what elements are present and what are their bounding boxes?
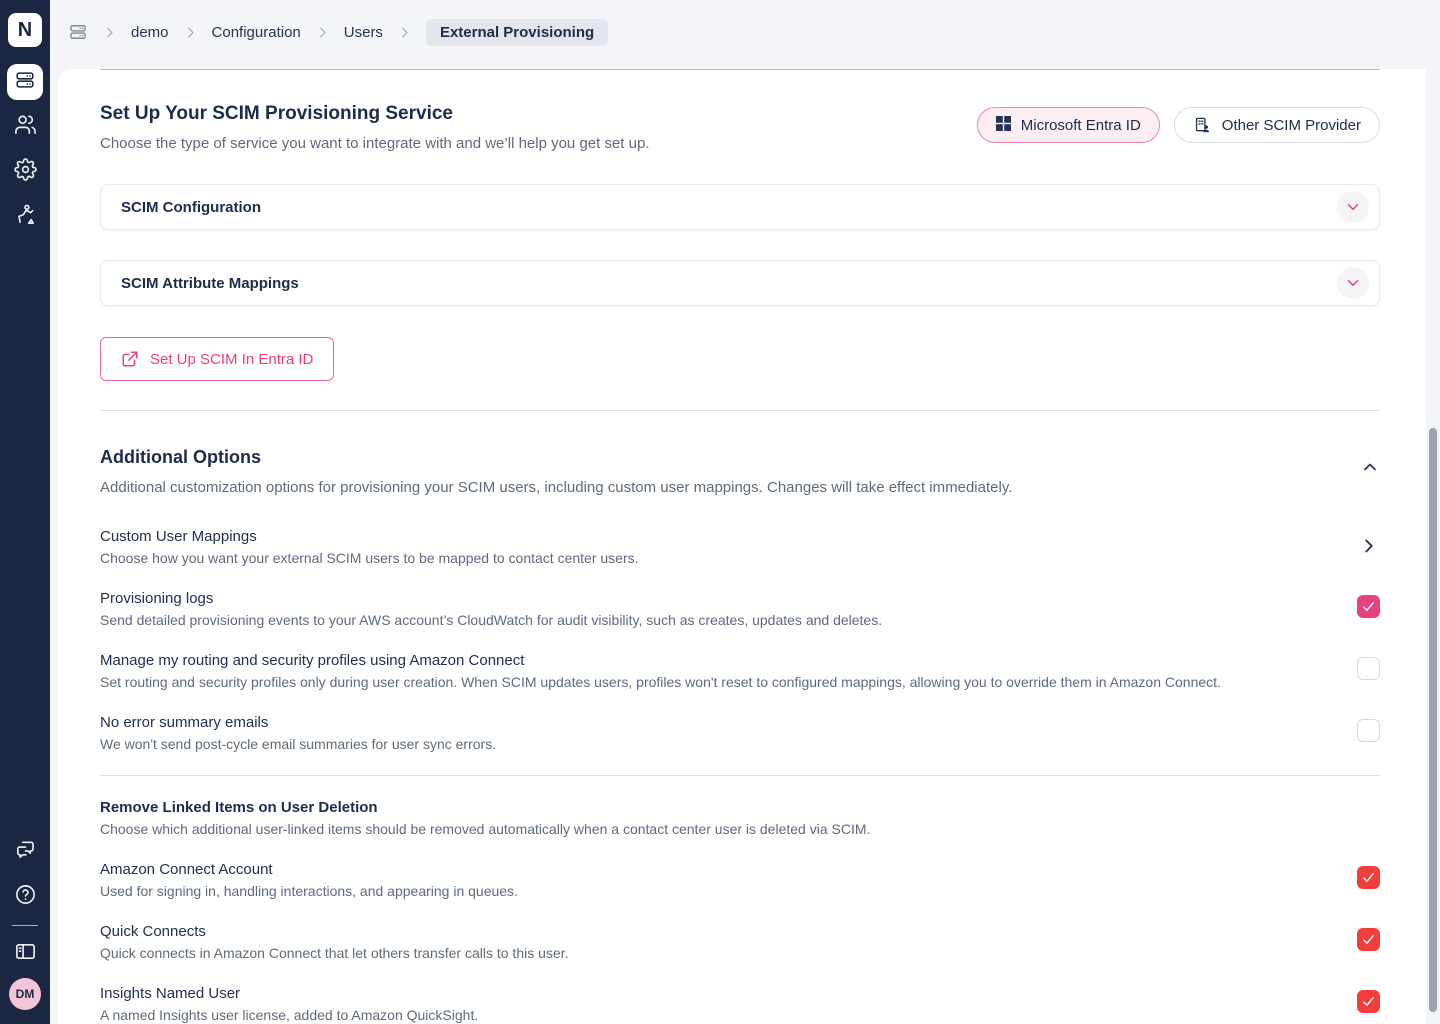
option-row-quick-connects: Quick Connects Quick connects in Amazon … [100,922,1380,963]
breadcrumb: demo Configuration Users External Provis… [50,0,1426,64]
option-title: Quick Connects [100,922,568,942]
option-description: We won't send post-cycle email summaries… [100,735,496,754]
page-subtitle: Choose the type of service you want to i… [100,134,650,154]
insights-named-user-checkbox[interactable] [1357,990,1380,1013]
option-description: Set routing and security profiles only d… [100,673,1221,692]
quick-connects-checkbox[interactable] [1357,928,1380,951]
option-row-insights-named-user: Insights Named User A named Insights use… [100,984,1380,1024]
remove-linked-subtitle: Choose which additional user-linked item… [100,820,1380,839]
setup-button-label: Set Up SCIM In Entra ID [150,351,313,368]
breadcrumb-item-users[interactable]: Users [344,24,383,41]
users-icon [14,113,37,141]
provider-button-label: Microsoft Entra ID [1021,117,1141,134]
microsoft-logo [996,116,1011,135]
collapse-section-button[interactable] [1360,457,1380,480]
main-area: demo Configuration Users External Provis… [50,0,1426,1024]
sidebar-item-settings[interactable] [7,154,43,190]
accordion-title: SCIM Configuration [121,199,261,216]
sidebar-item-workflow[interactable] [7,199,43,235]
manage-profiles-checkbox[interactable] [1357,657,1380,680]
scrollbar-track [1426,0,1440,1024]
additional-options-title: Additional Options [100,445,1012,469]
provider-toggle-group: Microsoft Entra ID Other SCIM Provider [977,107,1380,143]
option-description: Send detailed provisioning events to you… [100,611,882,630]
page-title: Set Up Your SCIM Provisioning Service [100,102,650,126]
settings-gear-icon [14,158,37,186]
building-user-icon [1193,116,1212,135]
divider [100,775,1380,776]
option-title: Custom User Mappings [100,527,639,547]
external-link-icon [121,350,139,368]
amazon-connect-account-checkbox[interactable] [1357,866,1380,889]
workflow-icon [14,203,37,231]
provisioning-logs-checkbox[interactable] [1357,595,1380,618]
divider [100,410,1380,411]
chevron-down-icon[interactable] [1337,191,1369,223]
provider-button-microsoft-entra-id[interactable]: Microsoft Entra ID [977,107,1160,143]
option-title: Insights Named User [100,984,478,1004]
provider-button-label: Other SCIM Provider [1222,117,1361,134]
user-avatar[interactable]: DM [9,978,41,1010]
scrollbar-thumb[interactable] [1429,428,1437,1012]
panel-toggle-icon [14,940,37,968]
sidebar-divider [12,925,38,926]
option-row-manage-profiles: Manage my routing and security profiles … [100,651,1380,692]
help-icon [14,883,37,911]
setup-scim-entra-button[interactable]: Set Up SCIM In Entra ID [100,337,334,381]
chevron-down-icon[interactable] [1337,267,1369,299]
sidebar-item-help[interactable] [7,879,43,915]
additional-options-subtitle: Additional customization options for pro… [100,478,1012,497]
option-description: Choose how you want your external SCIM u… [100,549,639,568]
chevron-right-icon [183,25,198,40]
no-error-summary-checkbox[interactable] [1357,719,1380,742]
divider [100,69,1380,70]
option-row-no-error-summary: No error summary emails We won't send po… [100,713,1380,754]
chevron-right-icon [1358,545,1380,560]
content-panel: Set Up Your SCIM Provisioning Service Ch… [58,69,1426,1024]
accordion-scim-configuration[interactable]: SCIM Configuration [100,184,1380,230]
sidebar: N [0,0,50,1024]
servers-icon [14,69,36,96]
open-custom-mappings-button[interactable] [1358,535,1380,560]
servers-icon[interactable] [68,22,88,42]
option-row-custom-user-mappings: Custom User Mappings Choose how you want… [100,527,1380,568]
option-title: Amazon Connect Account [100,860,518,880]
app-logo[interactable]: N [8,13,42,47]
chevron-right-icon [102,25,117,40]
option-row-provisioning-logs: Provisioning logs Send detailed provisio… [100,589,1380,630]
option-row-amazon-connect-account: Amazon Connect Account Used for signing … [100,860,1380,901]
option-description: A named Insights user license, added to … [100,1006,478,1024]
sidebar-item-users[interactable] [7,109,43,145]
accordion-title: SCIM Attribute Mappings [121,275,299,292]
breadcrumb-item-configuration[interactable]: Configuration [212,24,301,41]
option-title: No error summary emails [100,713,496,733]
breadcrumb-current[interactable]: External Provisioning [426,19,608,46]
chevron-right-icon [397,25,412,40]
sidebar-item-panel-toggle[interactable] [7,936,43,972]
accordion-scim-attribute-mappings[interactable]: SCIM Attribute Mappings [100,260,1380,306]
breadcrumb-item-demo[interactable]: demo [131,24,169,41]
chat-icon [14,838,37,866]
provider-button-other-scim[interactable]: Other SCIM Provider [1174,107,1380,143]
option-title: Manage my routing and security profiles … [100,651,1221,671]
chevron-up-icon [1360,465,1380,480]
chevron-right-icon [315,25,330,40]
sidebar-item-provisioning[interactable] [7,64,43,100]
remove-linked-title: Remove Linked Items on User Deletion [100,798,1380,818]
option-description: Quick connects in Amazon Connect that le… [100,944,568,963]
option-title: Provisioning logs [100,589,882,609]
sidebar-item-chat[interactable] [7,834,43,870]
option-description: Used for signing in, handling interactio… [100,882,518,901]
